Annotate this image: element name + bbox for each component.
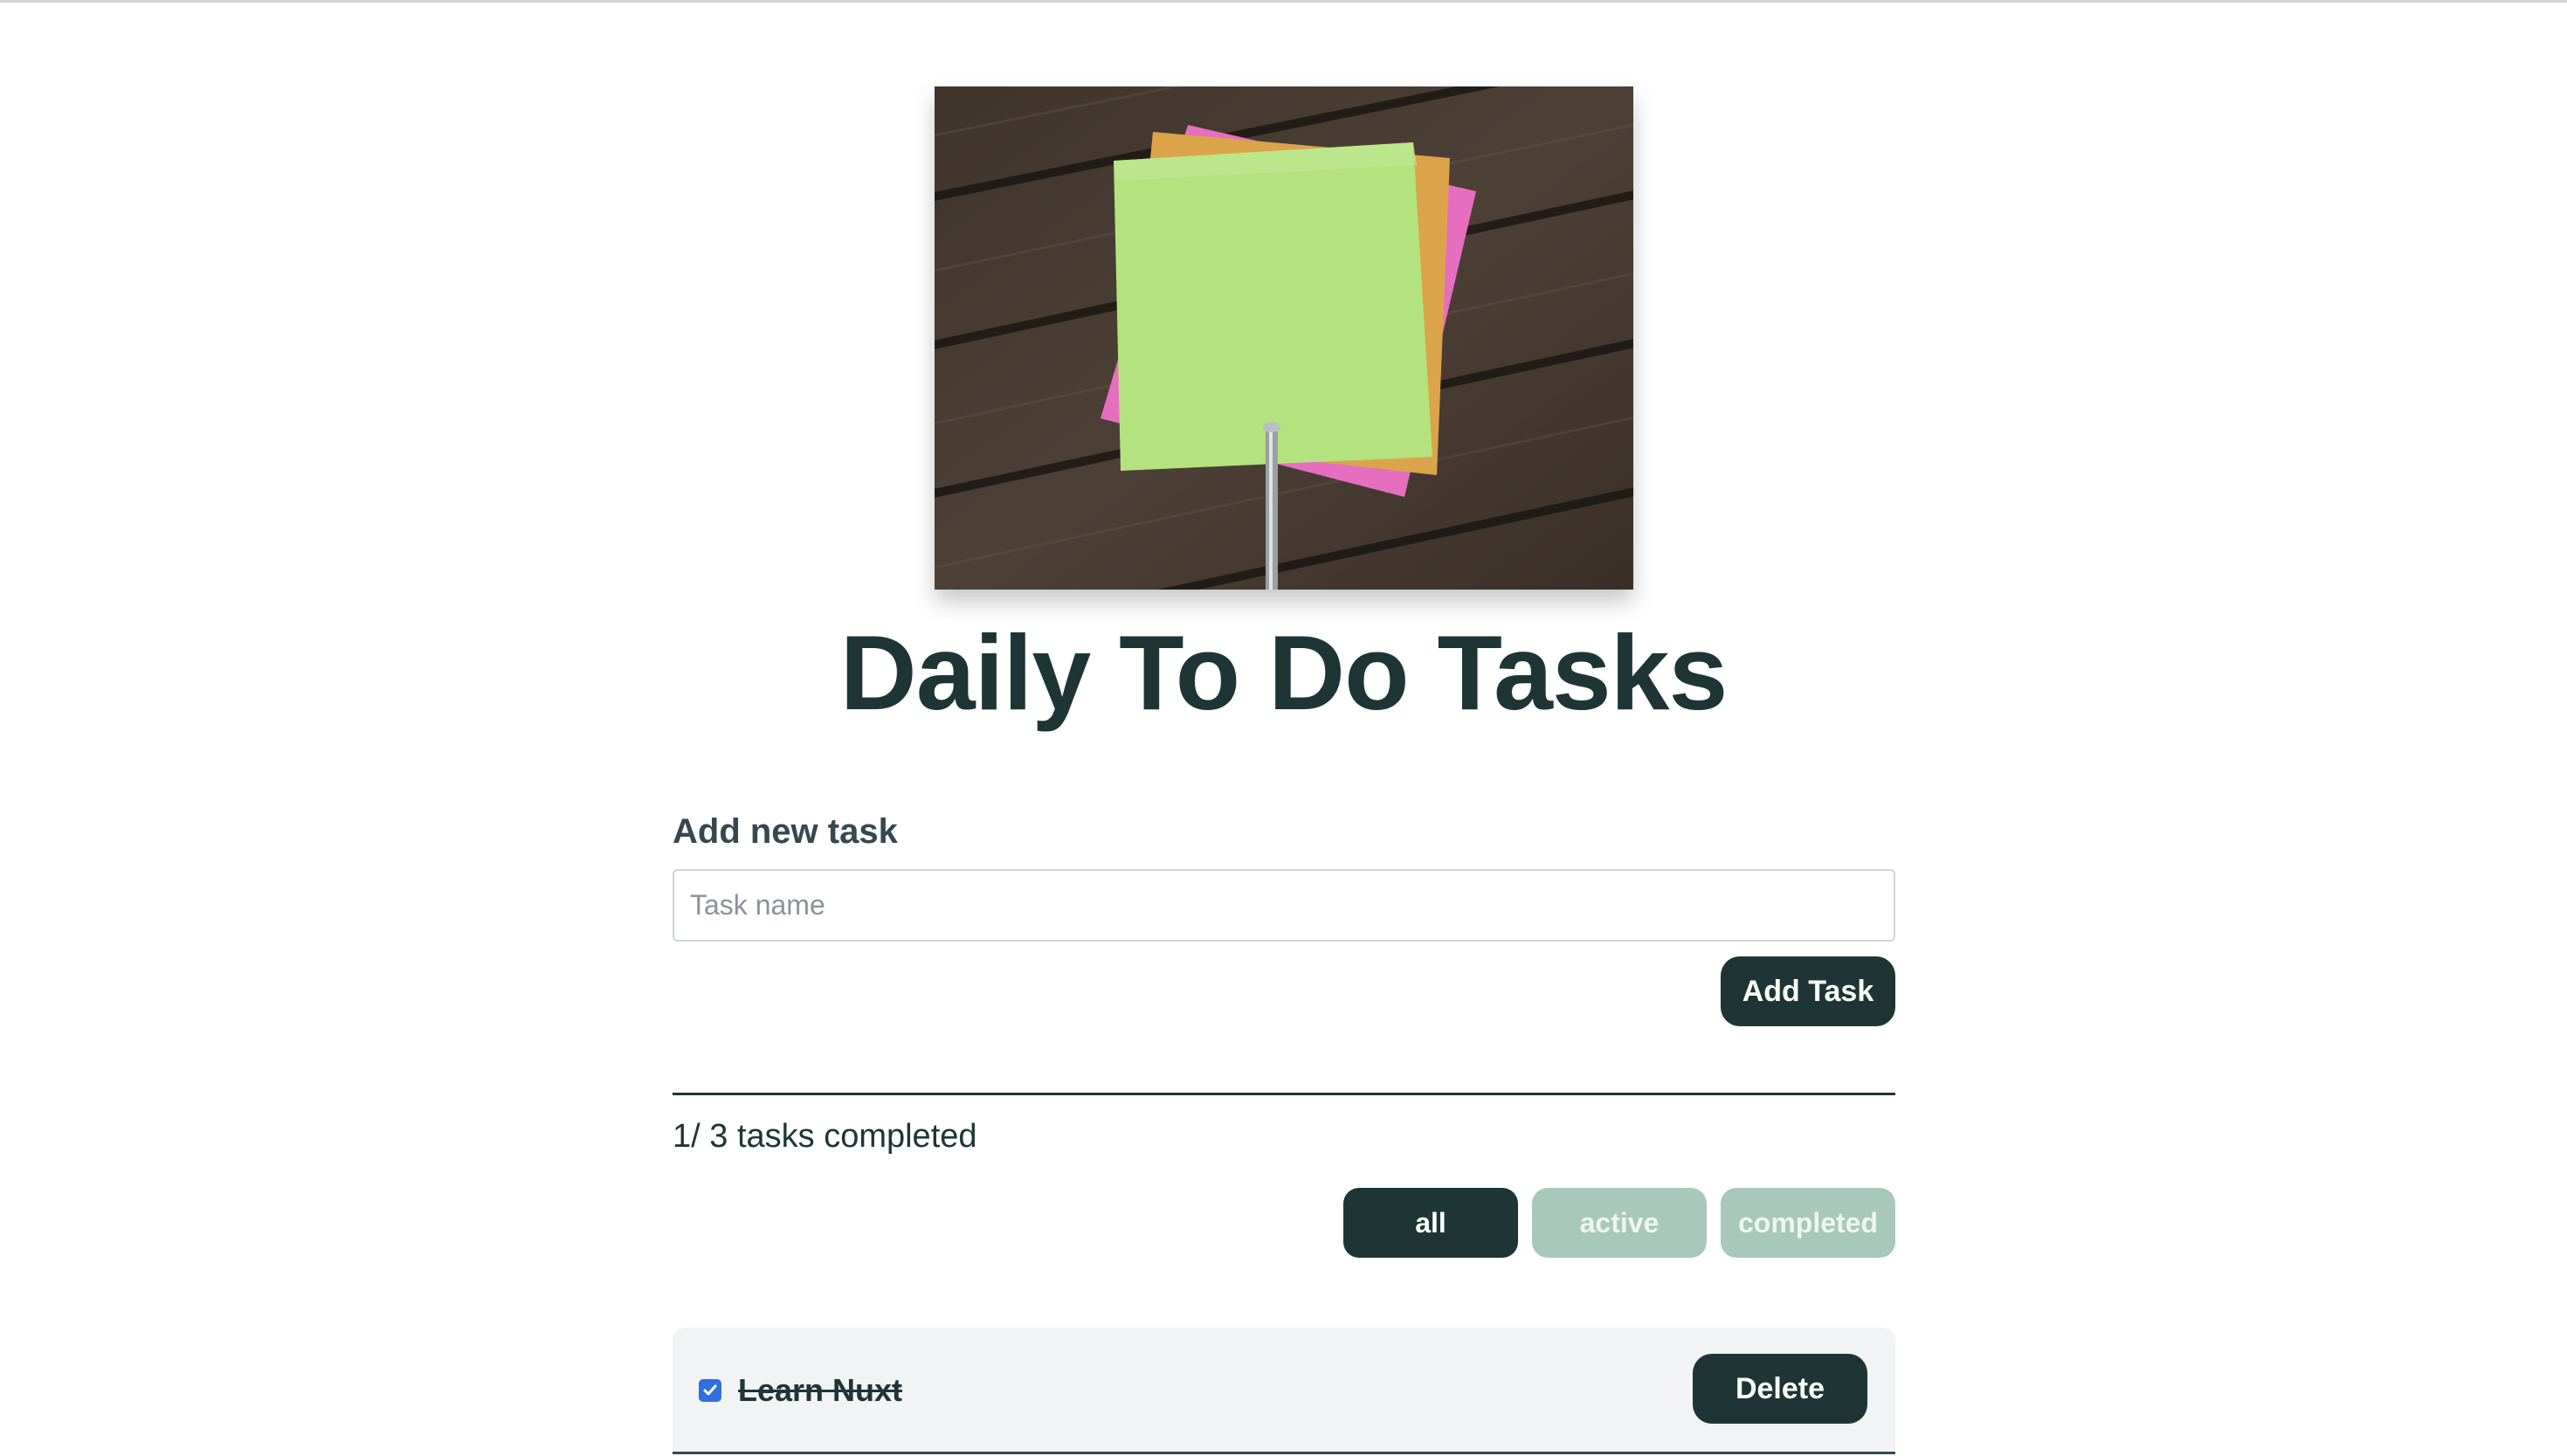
tasks-completed-status: 1/ 3 tasks completed bbox=[673, 1118, 977, 1155]
task-checkbox[interactable] bbox=[699, 1379, 721, 1402]
divider bbox=[673, 1093, 1895, 1095]
page-title: Daily To Do Tasks bbox=[839, 613, 1729, 732]
add-task-button[interactable]: Add Task bbox=[1721, 956, 1895, 1026]
delete-task-button[interactable]: Delete bbox=[1693, 1354, 1867, 1424]
hero-image bbox=[935, 86, 1633, 590]
sticky-notes-photo bbox=[935, 86, 1633, 590]
filter-active-button[interactable]: active bbox=[1532, 1188, 1707, 1258]
filter-all-button[interactable]: all bbox=[1343, 1188, 1518, 1258]
filter-completed-button[interactable]: completed bbox=[1721, 1188, 1895, 1258]
add-task-label: Add new task bbox=[673, 812, 898, 851]
checkmark-icon bbox=[703, 1384, 717, 1396]
task-name-input[interactable] bbox=[673, 869, 1895, 942]
task-name: Learn Nuxt bbox=[738, 1372, 903, 1408]
top-border bbox=[0, 0, 2567, 3]
task-item: Learn Nuxt Delete bbox=[673, 1328, 1895, 1454]
